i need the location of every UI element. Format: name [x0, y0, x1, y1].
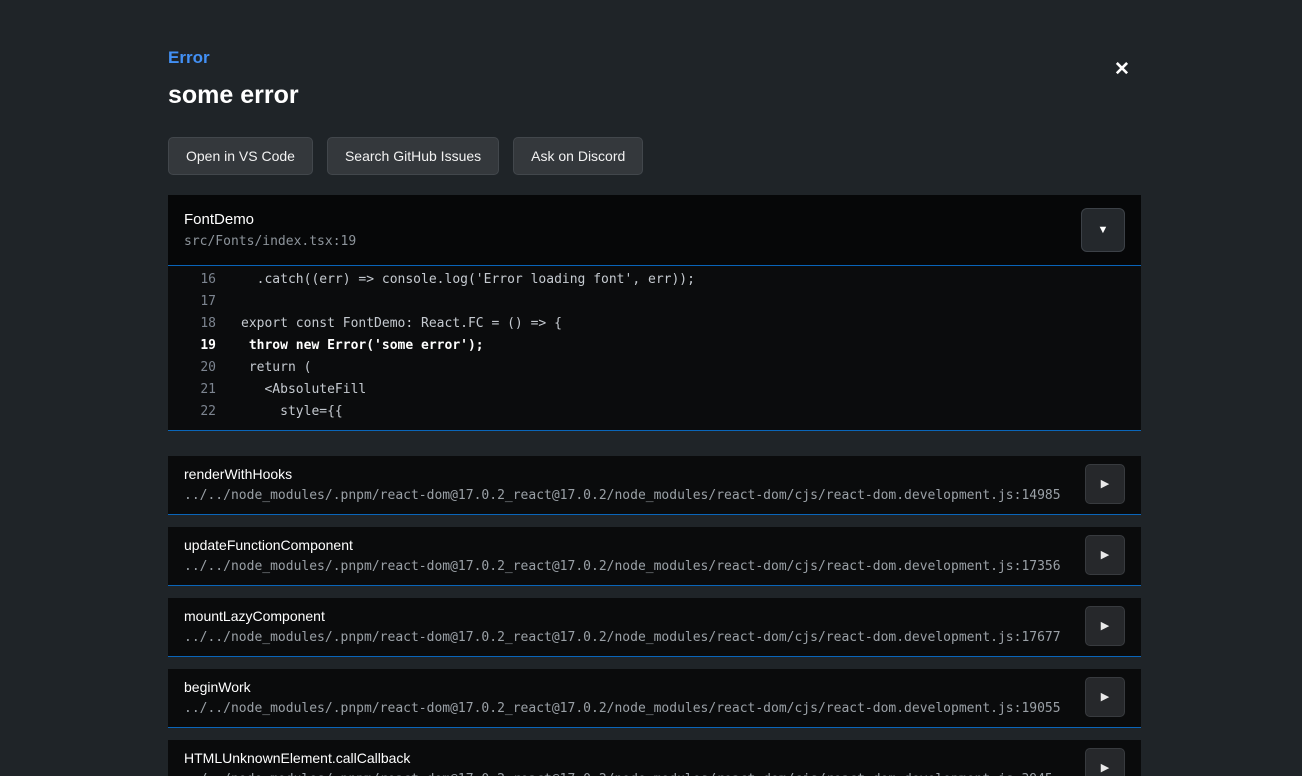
- search-github-issues-button[interactable]: Search GitHub Issues: [327, 137, 499, 175]
- code-line: 18export const FontDemo: React.FC = () =…: [168, 313, 1141, 335]
- line-number: 21: [168, 379, 216, 401]
- stack-frame-row: mountLazyComponent ../../node_modules/.pn…: [168, 598, 1141, 657]
- code-line: 16 .catch((err) => console.log('Error lo…: [168, 269, 1141, 291]
- code-text: return (: [216, 357, 311, 379]
- top-frame-function: FontDemo: [184, 211, 356, 228]
- chevron-down-icon: ▼: [1098, 225, 1109, 236]
- expand-frame-button[interactable]: ▶: [1085, 535, 1125, 575]
- top-frame-location: src/Fonts/index.tsx:19: [184, 234, 356, 249]
- code-text: throw new Error('some error');: [216, 335, 484, 357]
- line-number: 18: [168, 313, 216, 335]
- code-text: style={{: [216, 401, 343, 423]
- expand-frame-button[interactable]: ▶: [1085, 748, 1125, 776]
- stack-frame-location: ../../node_modules/.pnpm/react-dom@17.0.…: [184, 559, 1071, 574]
- code-snippet: 16 .catch((err) => console.log('Error lo…: [168, 266, 1141, 431]
- action-buttons: Open in VS Code Search GitHub Issues Ask…: [168, 137, 1141, 175]
- stack-frame-row: updateFunctionComponent ../../node_module…: [168, 527, 1141, 586]
- expand-frame-button[interactable]: ▶: [1085, 677, 1125, 717]
- stack-frame-location: ../../node_modules/.pnpm/react-dom@17.0.…: [184, 630, 1071, 645]
- code-line: 19 throw new Error('some error');: [168, 335, 1141, 357]
- collapse-frame-button[interactable]: ▼: [1081, 208, 1125, 252]
- line-number: 16: [168, 269, 216, 291]
- code-text: export const FontDemo: React.FC = () => …: [216, 313, 562, 335]
- open-in-vscode-button[interactable]: Open in VS Code: [168, 137, 313, 175]
- top-frame-header: FontDemo src/Fonts/index.tsx:19 ▼: [168, 195, 1141, 266]
- stack-frame-function: updateFunctionComponent: [184, 537, 1071, 553]
- stack-frame-location: ../../node_modules/.pnpm/react-dom@17.0.…: [184, 772, 1071, 776]
- code-text: <AbsoluteFill: [216, 379, 366, 401]
- line-number: 17: [168, 291, 216, 313]
- play-expand-icon: ▶: [1101, 621, 1109, 632]
- stack-frame-function: HTMLUnknownElement.callCallback: [184, 750, 1071, 766]
- stack-frame-function: beginWork: [184, 679, 1071, 695]
- code-line: 20 return (: [168, 357, 1141, 379]
- code-text: [216, 291, 241, 313]
- expand-frame-button[interactable]: ▶: [1085, 606, 1125, 646]
- stack-frame-row: renderWithHooks ../../node_modules/.pnpm/…: [168, 456, 1141, 515]
- code-line: 17: [168, 291, 1141, 313]
- code-text: .catch((err) => console.log('Error loadi…: [216, 269, 695, 291]
- stack-frame-function: mountLazyComponent: [184, 608, 1071, 624]
- top-frame-titles: FontDemo src/Fonts/index.tsx:19: [184, 211, 356, 249]
- play-expand-icon: ▶: [1101, 692, 1109, 703]
- play-expand-icon: ▶: [1101, 479, 1109, 490]
- stack-frame-location: ../../node_modules/.pnpm/react-dom@17.0.…: [184, 701, 1071, 716]
- error-overlay: ✕ Error some error Open in VS Code Searc…: [168, 0, 1141, 776]
- stack-frame-row: beginWork ../../node_modules/.pnpm/react-…: [168, 669, 1141, 728]
- code-line: 21 <AbsoluteFill: [168, 379, 1141, 401]
- stack-frame-function: renderWithHooks: [184, 466, 1071, 482]
- stack-frame-list: renderWithHooks ../../node_modules/.pnpm/…: [168, 456, 1141, 776]
- close-icon[interactable]: ✕: [1114, 60, 1130, 79]
- line-number: 19: [168, 335, 216, 357]
- error-message: some error: [168, 81, 1141, 110]
- stack-frame-location: ../../node_modules/.pnpm/react-dom@17.0.…: [184, 488, 1071, 503]
- play-expand-icon: ▶: [1101, 550, 1109, 561]
- code-line: 22 style={{: [168, 401, 1141, 423]
- line-number: 22: [168, 401, 216, 423]
- ask-on-discord-button[interactable]: Ask on Discord: [513, 137, 643, 175]
- line-number: 20: [168, 357, 216, 379]
- top-stack-frame-card: FontDemo src/Fonts/index.tsx:19 ▼ 16 .ca…: [168, 195, 1141, 431]
- stack-frame-row: HTMLUnknownElement.callCallback ../../nod…: [168, 740, 1141, 776]
- play-expand-icon: ▶: [1101, 763, 1109, 774]
- error-kind-label: Error: [168, 0, 1141, 68]
- expand-frame-button[interactable]: ▶: [1085, 464, 1125, 504]
